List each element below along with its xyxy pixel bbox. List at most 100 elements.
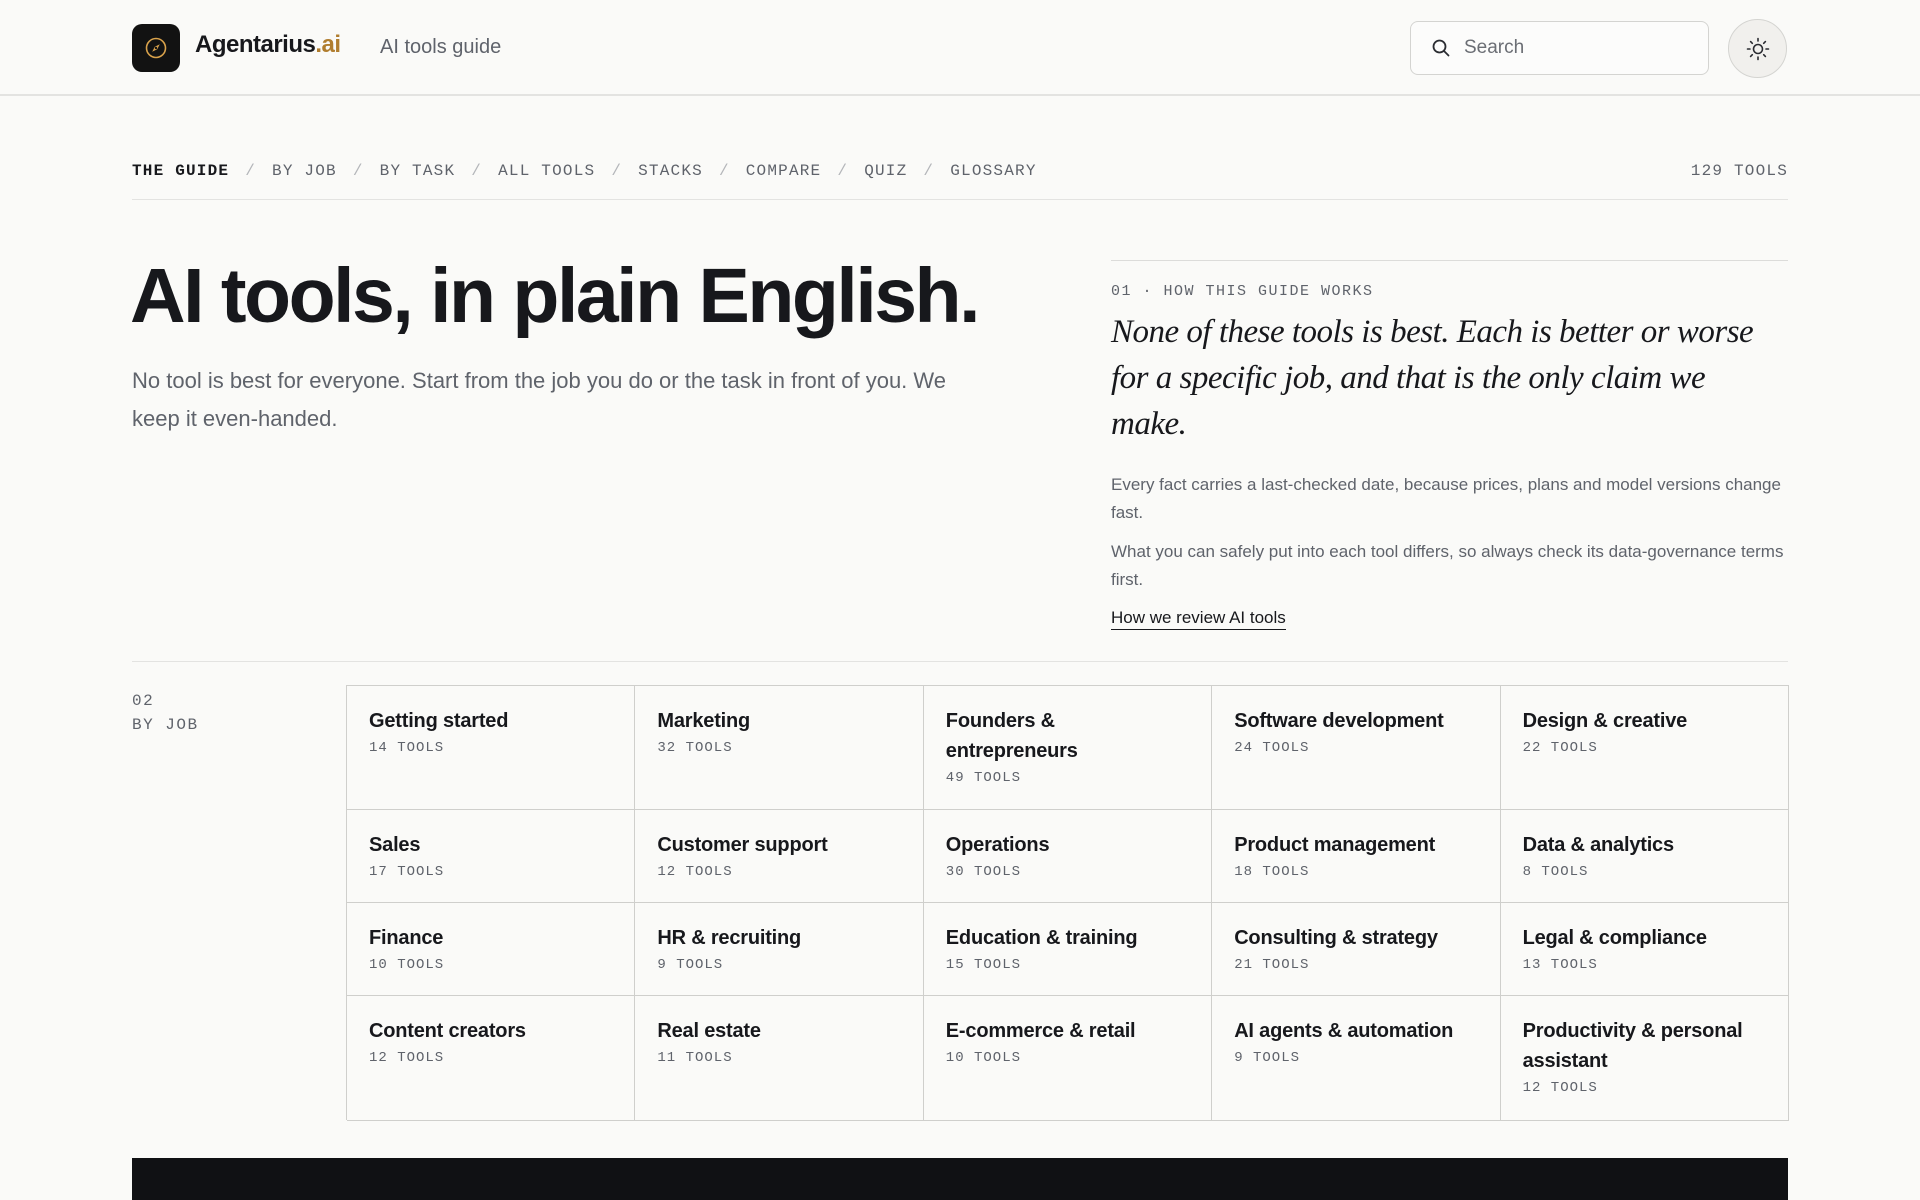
how-paragraph-1: Every fact carries a last-checked date, … [1111, 475, 1781, 522]
job-tool-count: 9 TOOLS [657, 957, 724, 973]
subnav-separator: / [923, 162, 935, 180]
review-method-link[interactable]: How we review AI tools [1111, 608, 1286, 630]
job-card[interactable]: Design & creative 22 TOOLS [1500, 686, 1789, 810]
brand-name-text: Agentarius [195, 31, 316, 58]
job-tool-count: 17 TOOLS [369, 864, 445, 880]
job-card[interactable]: AI agents & automation 9 TOOLS [1212, 996, 1501, 1121]
job-card[interactable]: Productivity & personal assistant 12 TOOL… [1500, 996, 1789, 1121]
job-name: Sales [369, 834, 421, 856]
job-tool-count: 30 TOOLS [945, 864, 1022, 880]
job-name: Finance [369, 927, 444, 949]
by-job-section-label: 02 BY JOB [132, 689, 199, 737]
search-input[interactable] [1464, 37, 1694, 59]
job-name: Content creators [369, 1020, 526, 1042]
job-card[interactable]: Marketing 32 TOOLS [635, 686, 924, 810]
section-number: 02 [132, 692, 155, 710]
logo[interactable] [132, 24, 180, 72]
job-name: Marketing [657, 710, 751, 732]
how-quote: None of these tools is best. Each is bet… [1111, 314, 1754, 442]
job-card[interactable]: Product management 18 TOOLS [1212, 810, 1501, 903]
job-tool-count: 8 TOOLS [1522, 864, 1589, 880]
subnav-separator: / [718, 162, 730, 180]
section-title: BY JOB [132, 716, 199, 734]
job-card[interactable]: Data & analytics 8 TOOLS [1500, 810, 1789, 903]
job-card[interactable]: Education & training 15 TOOLS [923, 903, 1213, 996]
subnav-separator: / [245, 162, 257, 180]
job-name: Founders & entrepreneurs [945, 710, 1078, 762]
subnav-item-all-tools[interactable]: ALL TOOLS [498, 162, 595, 180]
subnav-item-by-task[interactable]: BY TASK [380, 162, 456, 180]
compass-icon [145, 37, 167, 59]
job-tool-count: 9 TOOLS [1234, 1050, 1300, 1066]
subnav-separator: / [352, 162, 364, 180]
job-name: Data & analytics [1522, 834, 1675, 856]
job-card[interactable]: E-commerce & retail 10 TOOLS [923, 996, 1213, 1121]
job-name: Product management [1234, 834, 1436, 856]
job-card[interactable]: Getting started 14 TOOLS [347, 686, 636, 810]
job-card[interactable]: Founders & entrepreneurs 49 TOOLS [923, 686, 1213, 810]
job-name: Real estate [657, 1020, 761, 1042]
subnav-item-the-guide[interactable]: THE GUIDE [132, 162, 229, 180]
job-tool-count: 13 TOOLS [1522, 957, 1598, 973]
site-header: Agentarius.ai AI tools guide [0, 0, 1920, 96]
job-name: Legal & compliance [1522, 927, 1707, 949]
subnav-item-compare[interactable]: COMPARE [746, 162, 822, 180]
jobs-grid: Getting started 14 TOOLS Marketing 32 TOOLS… [346, 685, 1789, 1121]
how-eyebrow: 01 · HOW THIS GUIDE WORKS [1111, 283, 1374, 300]
footer-band [132, 1158, 1788, 1200]
subnav-separator: / [611, 162, 623, 180]
job-tool-count: 11 TOOLS [657, 1050, 733, 1066]
job-tool-count: 22 TOOLS [1522, 740, 1598, 756]
job-name: Consulting & strategy [1234, 927, 1438, 949]
job-name: Design & creative [1522, 710, 1688, 732]
job-tool-count: 15 TOOLS [945, 957, 1022, 973]
site-subtitle: AI tools guide [380, 36, 502, 58]
job-tool-count: 21 TOOLS [1234, 957, 1310, 973]
subnav-item-quiz[interactable]: QUIZ [864, 162, 907, 180]
job-card[interactable]: Customer support 12 TOOLS [635, 810, 924, 903]
subnav-item-stacks[interactable]: STACKS [638, 162, 703, 180]
job-card[interactable]: Consulting & strategy 21 TOOLS [1212, 903, 1501, 996]
tool-count: 129 TOOLS [1690, 162, 1788, 180]
job-card[interactable]: Real estate 11 TOOLS [635, 996, 924, 1121]
sun-icon [1746, 37, 1769, 60]
subnav-separator: / [837, 162, 849, 180]
job-card[interactable]: Legal & compliance 13 TOOLS [1500, 903, 1789, 996]
how-paragraph-2: What you can safely put into each tool d… [1111, 542, 1784, 589]
job-tool-count: 32 TOOLS [657, 740, 733, 756]
job-name: Getting started [369, 710, 509, 732]
brand-tld: .ai [315, 31, 341, 58]
job-tool-count: 14 TOOLS [369, 740, 445, 756]
job-tool-count: 12 TOOLS [657, 864, 733, 880]
brand-name[interactable]: Agentarius.ai [195, 31, 341, 59]
guide-subnav: THE GUIDE / BY JOB / BY TASK / ALL TOOLS / STACK… [132, 162, 1788, 200]
job-tool-count: 18 TOOLS [1234, 864, 1310, 880]
job-name: Education & training [945, 927, 1138, 949]
job-tool-count: 10 TOOLS [369, 957, 445, 973]
search-icon [1432, 39, 1450, 57]
job-tool-count: 49 TOOLS [945, 770, 1022, 786]
search-box[interactable] [1410, 21, 1709, 75]
job-card[interactable]: Software development 24 TOOLS [1212, 686, 1501, 810]
subnav-links: THE GUIDE / BY JOB / BY TASK / ALL TOOLS / STACK… [132, 162, 1788, 180]
job-name: Operations [945, 834, 1050, 856]
section-divider [132, 661, 1788, 662]
job-card[interactable]: Content creators 12 TOOLS [347, 996, 636, 1121]
job-tool-count: 10 TOOLS [945, 1050, 1022, 1066]
job-tool-count: 24 TOOLS [1234, 740, 1310, 756]
subnav-item-glossary[interactable]: GLOSSARY [950, 162, 1036, 180]
subnav-item-by-job[interactable]: BY JOB [272, 162, 337, 180]
job-tool-count: 12 TOOLS [369, 1050, 445, 1066]
job-name: AI agents & automation [1234, 1020, 1454, 1042]
hero-lead: No tool is best for everyone. Start from… [132, 368, 946, 431]
job-name: HR & recruiting [657, 927, 802, 949]
page-title: AI tools, in plain English. [130, 253, 980, 339]
job-name: Software development [1234, 710, 1444, 732]
job-card[interactable]: Sales 17 TOOLS [347, 810, 636, 903]
theme-toggle-button[interactable] [1728, 19, 1787, 78]
job-card[interactable]: Finance 10 TOOLS [347, 903, 636, 996]
job-name: Customer support [657, 834, 828, 856]
job-card[interactable]: HR & recruiting 9 TOOLS [635, 903, 924, 996]
subnav-separator: / [471, 162, 483, 180]
job-card[interactable]: Operations 30 TOOLS [923, 810, 1213, 903]
